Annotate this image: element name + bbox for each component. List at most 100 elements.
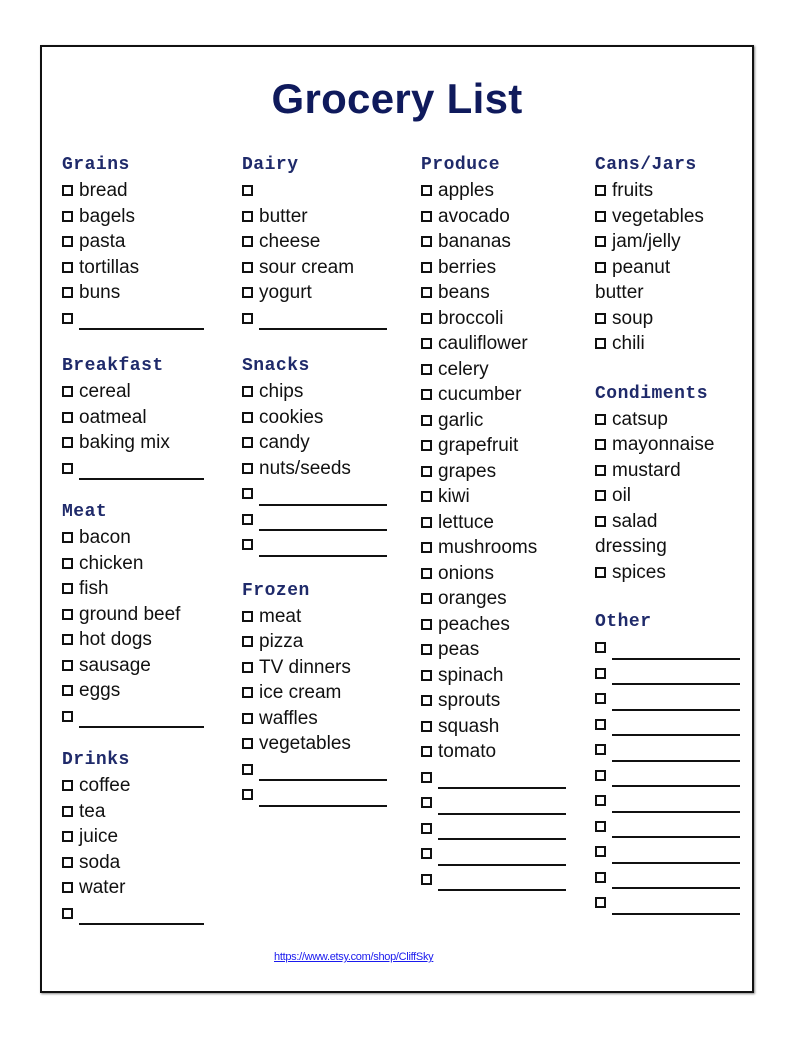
write-in-line[interactable] (79, 328, 204, 330)
checkbox[interactable] (242, 636, 253, 647)
checkbox[interactable] (421, 822, 432, 834)
checkbox[interactable] (421, 338, 432, 349)
checkbox[interactable] (62, 557, 73, 569)
checkbox[interactable] (421, 695, 432, 706)
checkbox[interactable] (421, 720, 432, 732)
checkbox[interactable] (595, 261, 606, 273)
checkbox[interactable] (595, 515, 606, 527)
checkbox[interactable] (421, 185, 432, 196)
write-in-line[interactable] (438, 889, 566, 891)
checkbox[interactable] (242, 539, 253, 550)
checkbox[interactable] (242, 712, 253, 724)
checkbox[interactable] (595, 566, 606, 578)
write-in-line[interactable] (612, 912, 740, 915)
checkbox[interactable] (595, 439, 606, 450)
checkbox[interactable] (242, 687, 253, 698)
checkbox[interactable] (242, 411, 253, 423)
checkbox[interactable] (421, 542, 432, 553)
checkbox[interactable] (421, 848, 432, 859)
checkbox[interactable] (421, 312, 432, 324)
checkbox[interactable] (62, 236, 73, 247)
checkbox[interactable] (595, 312, 606, 324)
checkbox[interactable] (62, 685, 73, 696)
write-in-line[interactable] (438, 812, 566, 815)
checkbox[interactable] (242, 462, 253, 474)
checkbox[interactable] (421, 669, 432, 681)
write-in-line[interactable] (259, 328, 387, 330)
checkbox[interactable] (242, 513, 253, 525)
checkbox[interactable] (595, 693, 606, 704)
checkbox[interactable] (595, 769, 606, 781)
checkbox[interactable] (62, 659, 73, 671)
checkbox[interactable] (595, 413, 606, 425)
checkbox[interactable] (242, 210, 253, 222)
checkbox[interactable] (595, 338, 606, 349)
checkbox[interactable] (62, 907, 73, 919)
checkbox[interactable] (62, 411, 73, 423)
checkbox[interactable] (595, 897, 606, 908)
checkbox[interactable] (242, 185, 253, 196)
checkbox[interactable] (595, 846, 606, 857)
checkbox[interactable] (62, 261, 73, 273)
checkbox[interactable] (421, 465, 432, 477)
write-in-line[interactable] (79, 726, 204, 728)
checkbox[interactable] (421, 618, 432, 630)
checkbox[interactable] (62, 312, 73, 324)
write-in-line[interactable] (612, 734, 740, 736)
write-in-line[interactable] (79, 923, 204, 925)
checkbox[interactable] (242, 661, 253, 673)
checkbox[interactable] (62, 583, 73, 594)
checkbox[interactable] (595, 820, 606, 832)
write-in-line[interactable] (612, 810, 740, 813)
checkbox[interactable] (421, 797, 432, 808)
write-in-line[interactable] (612, 836, 740, 838)
write-in-line[interactable] (612, 708, 740, 711)
checkbox[interactable] (421, 210, 432, 222)
checkbox[interactable] (62, 710, 73, 722)
write-in-line[interactable] (612, 683, 740, 685)
checkbox[interactable] (62, 185, 73, 196)
write-in-line[interactable] (438, 863, 566, 866)
checkbox[interactable] (242, 610, 253, 622)
checkbox[interactable] (595, 185, 606, 196)
checkbox[interactable] (242, 789, 253, 800)
checkbox[interactable] (421, 287, 432, 298)
write-in-line[interactable] (612, 657, 740, 660)
checkbox[interactable] (242, 488, 253, 499)
write-in-line[interactable] (79, 478, 204, 480)
checkbox[interactable] (595, 871, 606, 883)
checkbox[interactable] (62, 386, 73, 397)
checkbox[interactable] (62, 882, 73, 893)
checkbox[interactable] (595, 642, 606, 653)
checkbox[interactable] (421, 593, 432, 604)
checkbox[interactable] (421, 389, 432, 400)
write-in-line[interactable] (259, 554, 387, 557)
checkbox[interactable] (421, 414, 432, 426)
checkbox[interactable] (242, 386, 253, 397)
checkbox[interactable] (62, 462, 73, 474)
write-in-line[interactable] (438, 787, 566, 789)
checkbox[interactable] (242, 738, 253, 749)
checkbox[interactable] (421, 440, 432, 451)
checkbox[interactable] (421, 873, 432, 885)
checkbox[interactable] (421, 261, 432, 273)
checkbox[interactable] (242, 312, 253, 324)
checkbox[interactable] (62, 856, 73, 868)
checkbox[interactable] (421, 236, 432, 247)
checkbox[interactable] (62, 831, 73, 842)
write-in-line[interactable] (612, 861, 740, 864)
checkbox[interactable] (242, 236, 253, 247)
checkbox[interactable] (595, 744, 606, 755)
checkbox[interactable] (242, 763, 253, 775)
checkbox[interactable] (595, 667, 606, 679)
checkbox[interactable] (62, 287, 73, 298)
checkbox[interactable] (242, 437, 253, 448)
write-in-line[interactable] (259, 529, 387, 531)
checkbox[interactable] (421, 567, 432, 579)
write-in-line[interactable] (612, 759, 740, 762)
checkbox[interactable] (595, 718, 606, 730)
checkbox[interactable] (421, 746, 432, 757)
write-in-line[interactable] (259, 804, 387, 807)
checkbox[interactable] (62, 210, 73, 222)
checkbox[interactable] (421, 644, 432, 655)
